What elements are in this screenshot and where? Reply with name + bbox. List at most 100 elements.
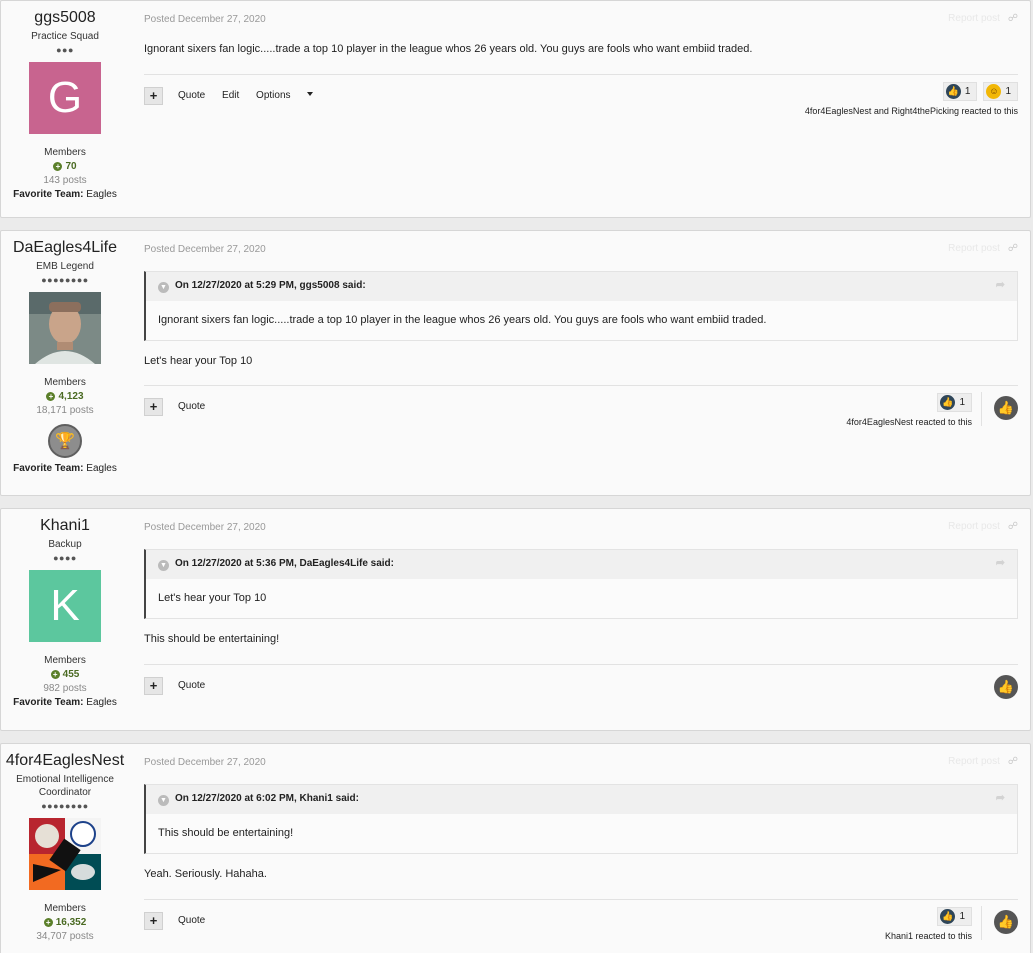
report-area: Report post ☍ — [948, 243, 1018, 254]
reaction-count: 1 — [959, 911, 965, 922]
favorite-team-label: Favorite Team: — [13, 697, 84, 708]
avatar[interactable]: G — [29, 62, 101, 134]
author-name[interactable]: Khani1 — [1, 517, 129, 535]
post-date[interactable]: Posted December 27, 2020 — [144, 756, 1018, 770]
reaction-like[interactable]: 👍 1 — [942, 82, 978, 101]
reputation-plus-icon: + — [53, 162, 63, 171]
member-group: Members — [44, 147, 86, 158]
multiquote-button[interactable]: + — [144, 398, 163, 416]
post: DaEagles4Life EMB Legend ●●●●●●●● Member… — [0, 230, 1031, 496]
quote-citation[interactable]: On 12/27/2020 at 6:02 PM, Khani1 said: — [175, 793, 359, 804]
author-name[interactable]: 4for4EaglesNest — [1, 752, 129, 770]
haha-icon: ☺ — [986, 83, 1002, 99]
rank-pips: ●●●●●●●● — [41, 801, 89, 811]
collapse-chevron-icon[interactable]: ▼ — [158, 795, 169, 806]
reaction-haha[interactable]: ☺ 1 — [983, 81, 1018, 101]
member-group: Members — [44, 377, 86, 388]
author-rank: Practice Squad — [31, 31, 99, 42]
share-icon[interactable]: ☍ — [1008, 243, 1018, 254]
post-count: 18,171 posts — [36, 405, 94, 416]
post-date[interactable]: Posted December 27, 2020 — [144, 13, 1018, 27]
report-area: Report post ☍ — [948, 521, 1018, 532]
post-controls: + Quote 👍 — [144, 675, 1018, 713]
post-controls: + Quote 👍 1 4for4EaglesNest reacted to th… — [144, 392, 1018, 434]
quote-header: ▼ On 12/27/2020 at 6:02 PM, Khani1 said: ➦ — [146, 785, 1017, 814]
reactions: 👍 1 4for4EaglesNest reacted to this — [846, 392, 972, 427]
quote-citation[interactable]: On 12/27/2020 at 5:29 PM, ggs5008 said: — [175, 280, 366, 291]
post-date[interactable]: Posted December 27, 2020 — [144, 521, 1018, 535]
author-name[interactable]: ggs5008 — [1, 9, 129, 27]
quote-link[interactable]: Quote — [178, 915, 205, 926]
favorite-team-label: Favorite Team: — [13, 463, 84, 474]
reaction-like[interactable]: 👍 1 — [937, 393, 972, 412]
report-post-link[interactable]: Report post — [948, 756, 1000, 767]
blockquote: ▼ On 12/27/2020 at 5:36 PM, DaEagles4Life… — [144, 549, 1018, 619]
edit-link[interactable]: Edit — [222, 90, 239, 101]
trophy-icon[interactable]: 🏆 — [48, 424, 82, 458]
report-post-link[interactable]: Report post — [948, 13, 1000, 24]
multiquote-button[interactable]: + — [144, 87, 163, 105]
reacted-by[interactable]: Khani1 reacted to this — [885, 931, 972, 941]
post-content: Posted December 27, 2020 Report post ☍ ▼ O… — [144, 744, 1018, 948]
author-name[interactable]: DaEagles4Life — [1, 239, 129, 257]
report-area: Report post ☍ — [948, 756, 1018, 767]
quote-header: ▼ On 12/27/2020 at 5:29 PM, ggs5008 said:… — [146, 272, 1017, 301]
reacted-by[interactable]: 4for4EaglesNest and Right4thePicking rea… — [805, 106, 1018, 116]
avatar[interactable] — [29, 818, 101, 890]
quote-text: Let's hear your Top 10 — [158, 592, 267, 604]
author-panel: 4for4EaglesNest Emotional Intelligence C… — [1, 744, 129, 944]
post-date[interactable]: Posted December 27, 2020 — [144, 243, 1018, 257]
avatar[interactable] — [29, 292, 101, 364]
react-like-button[interactable]: 👍 — [994, 396, 1018, 420]
quote-share-icon[interactable]: ➦ — [996, 791, 1005, 804]
report-post-link[interactable]: Report post — [948, 243, 1000, 254]
quote-share-icon[interactable]: ➦ — [996, 556, 1005, 569]
reaction-like[interactable]: 👍 1 — [937, 907, 972, 926]
quote-link[interactable]: Quote — [178, 90, 205, 101]
post-content: Posted December 27, 2020 Report post ☍ Ig… — [144, 1, 1018, 123]
report-post-link[interactable]: Report post — [948, 521, 1000, 532]
reacted-by[interactable]: 4for4EaglesNest reacted to this — [846, 417, 972, 427]
collapse-chevron-icon[interactable]: ▼ — [158, 282, 169, 293]
share-icon[interactable]: ☍ — [1008, 756, 1018, 767]
reputation: +455 — [1, 668, 129, 682]
post-controls: + Quote 👍 1 Khani1 reacted to this 👍 — [144, 906, 1018, 948]
share-icon[interactable]: ☍ — [1008, 13, 1018, 24]
quote-citation[interactable]: On 12/27/2020 at 5:36 PM, DaEagles4Life … — [175, 558, 394, 569]
multiquote-button[interactable]: + — [144, 912, 163, 930]
reputation: +4,123 — [1, 390, 129, 404]
blockquote: ▼ On 12/27/2020 at 6:02 PM, Khani1 said: ➦… — [144, 784, 1018, 854]
multiquote-button[interactable]: + — [144, 677, 163, 695]
rank-pips: ●●●●●●●● — [41, 275, 89, 285]
author-rank: EMB Legend — [36, 261, 94, 272]
react-like-button[interactable]: 👍 — [994, 675, 1018, 699]
author-panel: ggs5008 Practice Squad ●●● G Members +70… — [1, 1, 129, 202]
favorite-team: Favorite Team: Eagles — [1, 696, 129, 710]
quote-link[interactable]: Quote — [178, 680, 205, 691]
rank-pips: ●●● — [56, 45, 74, 55]
options-menu[interactable]: Options — [256, 90, 326, 101]
favorite-team: Favorite Team: Eagles — [1, 462, 129, 476]
reputation: +16,352 — [1, 916, 129, 930]
post-content: Posted December 27, 2020 Report post ☍ ▼ O… — [144, 231, 1018, 434]
share-icon[interactable]: ☍ — [1008, 521, 1018, 532]
quote-header: ▼ On 12/27/2020 at 5:36 PM, DaEagles4Life… — [146, 550, 1017, 579]
quote-link[interactable]: Quote — [178, 401, 205, 412]
reputation-value: 70 — [65, 161, 77, 172]
reputation: +70 — [1, 160, 129, 174]
react-like-button[interactable]: 👍 — [994, 910, 1018, 934]
reactions: 👍 1 Khani1 reacted to this — [885, 906, 972, 941]
avatar[interactable]: K — [29, 570, 101, 642]
avatar-photo — [29, 292, 101, 364]
blockquote: ▼ On 12/27/2020 at 5:29 PM, ggs5008 said:… — [144, 271, 1018, 341]
author-panel: Khani1 Backup ●●●● K Members +455 982 po… — [1, 509, 129, 710]
like-icon: 👍 — [940, 909, 956, 924]
author-rank: Emotional Intelligence Coordinator — [16, 774, 114, 798]
collapse-chevron-icon[interactable]: ▼ — [158, 560, 169, 571]
reaction-count: 1 — [1005, 85, 1011, 97]
separator — [981, 906, 982, 940]
author-panel: DaEagles4Life EMB Legend ●●●●●●●● Member… — [1, 231, 129, 476]
like-icon: 👍 — [945, 84, 961, 99]
quote-share-icon[interactable]: ➦ — [996, 278, 1005, 291]
avatar-letter: G — [47, 73, 83, 122]
